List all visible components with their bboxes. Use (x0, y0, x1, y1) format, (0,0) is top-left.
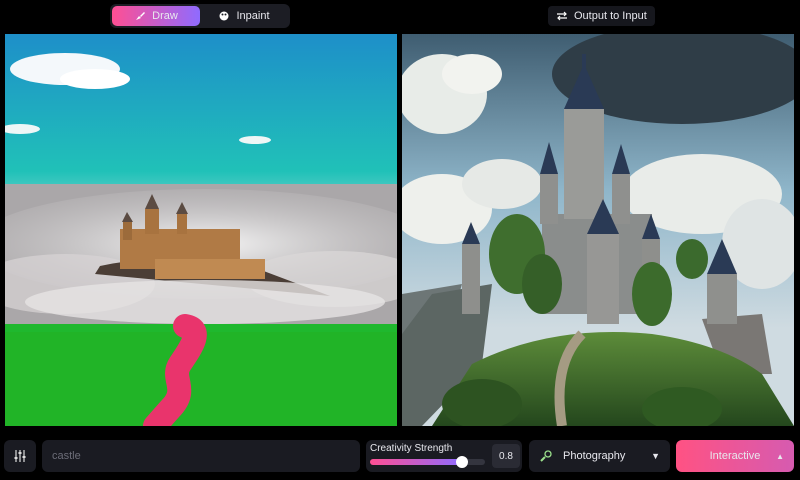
sketch-canvas[interactable] (5, 34, 397, 426)
sketch-image (5, 34, 397, 426)
style-dropdown[interactable]: Photography ▼ (529, 440, 670, 472)
chevron-up-icon: ▲ (776, 451, 784, 461)
tab-inpaint[interactable]: Inpaint (200, 6, 288, 26)
output-image (402, 34, 794, 426)
output-to-input-button[interactable]: Output to Input (548, 6, 655, 26)
output-image-panel (402, 34, 794, 426)
chevron-down-icon: ▼ (651, 451, 660, 461)
settings-button[interactable] (4, 440, 36, 472)
palette-icon (219, 11, 229, 21)
camera-icon (540, 450, 552, 462)
output-to-input-label: Output to Input (574, 10, 647, 22)
creativity-strength-value[interactable]: 0.8 (492, 444, 520, 468)
prompt-field[interactable] (42, 440, 360, 472)
prompt-input[interactable] (52, 450, 350, 462)
brush-icon (136, 12, 146, 20)
creativity-strength-control: Creativity Strength 0.8 (366, 440, 522, 472)
interactive-mode-label: Interactive (709, 450, 761, 462)
tab-inpaint-label: Inpaint (236, 10, 270, 22)
tab-draw-label: Draw (152, 10, 178, 22)
creativity-slider-fill (370, 459, 462, 465)
creativity-slider-handle[interactable] (456, 456, 468, 468)
interactive-mode-button[interactable]: Interactive ▲ (676, 440, 794, 472)
sliders-icon (14, 450, 26, 462)
mode-toggle: Draw Inpaint (110, 4, 290, 28)
tab-draw[interactable]: Draw (112, 6, 200, 26)
swap-arrows-icon (557, 11, 567, 21)
style-dropdown-label: Photography (563, 450, 626, 462)
creativity-slider[interactable] (370, 456, 485, 468)
